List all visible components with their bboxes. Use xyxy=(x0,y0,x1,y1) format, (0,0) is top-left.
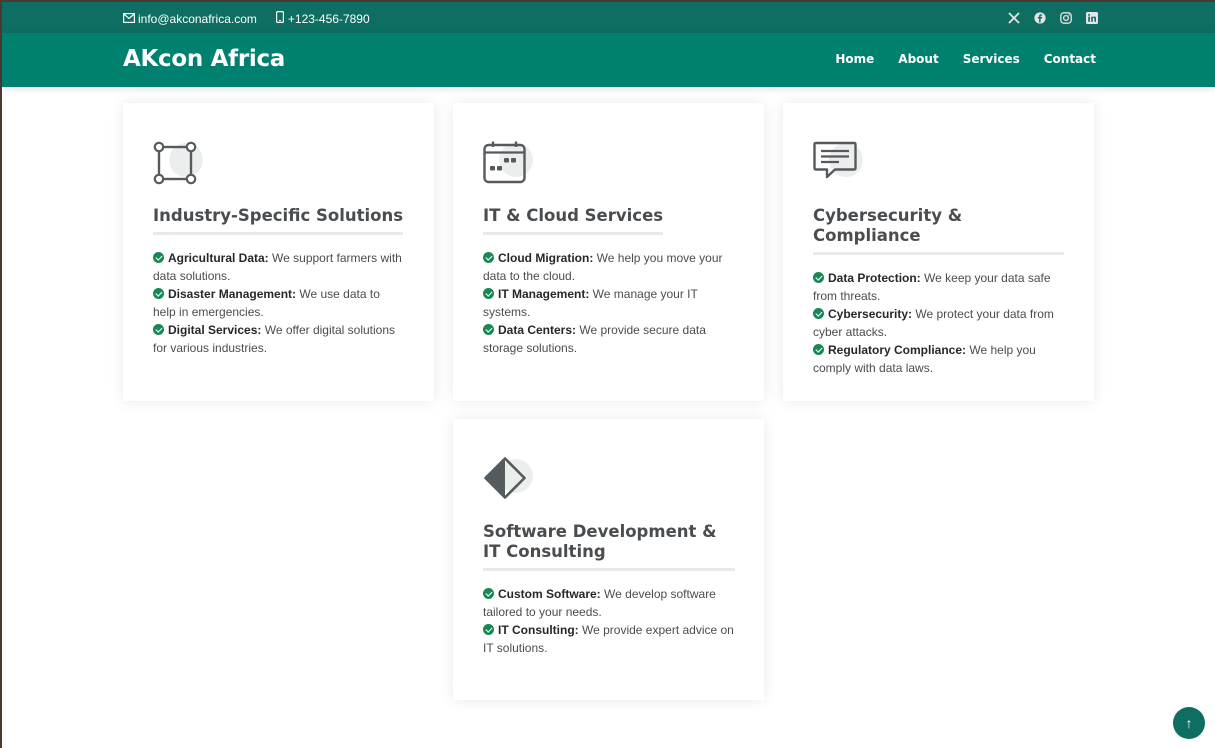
service-card: Industry-Specific Solutions Agricultural… xyxy=(123,103,434,401)
diamond-half-icon xyxy=(483,457,543,503)
list-item: Data Centers: We provide secure data sto… xyxy=(483,321,734,357)
item-label: IT Consulting: xyxy=(498,623,579,637)
email-link[interactable]: info@akconafrica.com xyxy=(123,12,257,26)
list-item: Digital Services: We offer digital solut… xyxy=(153,321,404,357)
item-label: IT Management: xyxy=(498,287,590,301)
item-label: Data Centers: xyxy=(498,323,577,337)
service-card: Software Development & IT Consulting Cus… xyxy=(453,419,764,700)
service-card: Cybersecurity & Compliance Data Protecti… xyxy=(783,103,1094,401)
x-icon[interactable] xyxy=(1007,11,1020,24)
check-circle-icon xyxy=(813,308,824,319)
phone-link[interactable]: +123-456-7890 xyxy=(275,11,370,26)
top-bar: info@akconafrica.com +123-456-7890 xyxy=(2,2,1215,33)
feature-list: Agricultural Data: We support farmers wi… xyxy=(153,249,404,357)
card-title: Software Development & IT Consulting xyxy=(483,522,735,571)
list-item: Data Protection: We keep your data safe … xyxy=(813,269,1064,305)
list-item: Disaster Management: We use data to help… xyxy=(153,285,404,321)
item-label: Digital Services: xyxy=(168,323,262,337)
check-circle-icon xyxy=(483,588,494,599)
check-circle-icon xyxy=(813,344,824,355)
item-label: Disaster Management: xyxy=(168,287,297,301)
check-circle-icon xyxy=(813,272,824,283)
social-links xyxy=(1007,11,1098,24)
site-header: AKcon Africa Home About Services Contact xyxy=(2,33,1215,87)
check-circle-icon xyxy=(483,624,494,635)
card-title: Cybersecurity & Compliance xyxy=(813,206,1064,255)
instagram-icon[interactable] xyxy=(1059,11,1072,24)
item-label: Custom Software: xyxy=(498,587,601,601)
phone-icon xyxy=(275,11,285,26)
scroll-top-button[interactable]: ↑ xyxy=(1173,707,1205,739)
list-item: Custom Software: We develop software tai… xyxy=(483,585,734,621)
list-item: IT Management: We manage your IT systems… xyxy=(483,285,734,321)
bounding-box-icon xyxy=(153,141,213,187)
phone-text: +123-456-7890 xyxy=(287,11,370,26)
check-circle-icon xyxy=(153,324,164,335)
envelope-icon xyxy=(123,12,136,26)
feature-list: Cloud Migration: We help you move your d… xyxy=(483,249,734,357)
check-circle-icon xyxy=(483,252,494,263)
brand-logo[interactable]: AKcon Africa xyxy=(123,46,285,72)
arrow-up-icon: ↑ xyxy=(1185,715,1193,731)
check-circle-icon xyxy=(153,252,164,263)
contact-info: info@akconafrica.com +123-456-7890 xyxy=(123,11,370,26)
list-item: Cybersecurity: We protect your data from… xyxy=(813,305,1064,341)
list-item: Agricultural Data: We support farmers wi… xyxy=(153,249,404,285)
check-circle-icon xyxy=(153,288,164,299)
nav-home[interactable]: Home xyxy=(835,52,874,66)
linkedin-icon[interactable] xyxy=(1085,11,1098,24)
list-item: Cloud Migration: We help you move your d… xyxy=(483,249,734,285)
service-card: IT & Cloud Services Cloud Migration: We … xyxy=(453,103,764,401)
nav-contact[interactable]: Contact xyxy=(1044,52,1096,66)
chat-text-icon xyxy=(813,141,873,187)
card-title: IT & Cloud Services xyxy=(483,206,664,235)
facebook-icon[interactable] xyxy=(1033,11,1046,24)
calendar-icon xyxy=(483,141,543,187)
list-item: IT Consulting: We provide expert advice … xyxy=(483,621,734,657)
nav-services[interactable]: Services xyxy=(963,52,1020,66)
item-label: Cloud Migration: xyxy=(498,251,594,265)
check-circle-icon xyxy=(483,288,494,299)
feature-list: Data Protection: We keep your data safe … xyxy=(813,269,1064,377)
item-label: Agricultural Data: xyxy=(168,251,269,265)
list-item: Regulatory Compliance: We help you compl… xyxy=(813,341,1064,377)
feature-list: Custom Software: We develop software tai… xyxy=(483,585,734,657)
main-nav: Home About Services Contact xyxy=(835,52,1096,66)
email-text: info@akconafrica.com xyxy=(138,11,257,26)
nav-about[interactable]: About xyxy=(898,52,938,66)
item-label: Data Protection: xyxy=(828,271,921,285)
item-label: Cybersecurity: xyxy=(828,307,913,321)
item-label: Regulatory Compliance: xyxy=(828,343,967,357)
check-circle-icon xyxy=(483,324,494,335)
card-title: Industry-Specific Solutions xyxy=(153,206,404,235)
